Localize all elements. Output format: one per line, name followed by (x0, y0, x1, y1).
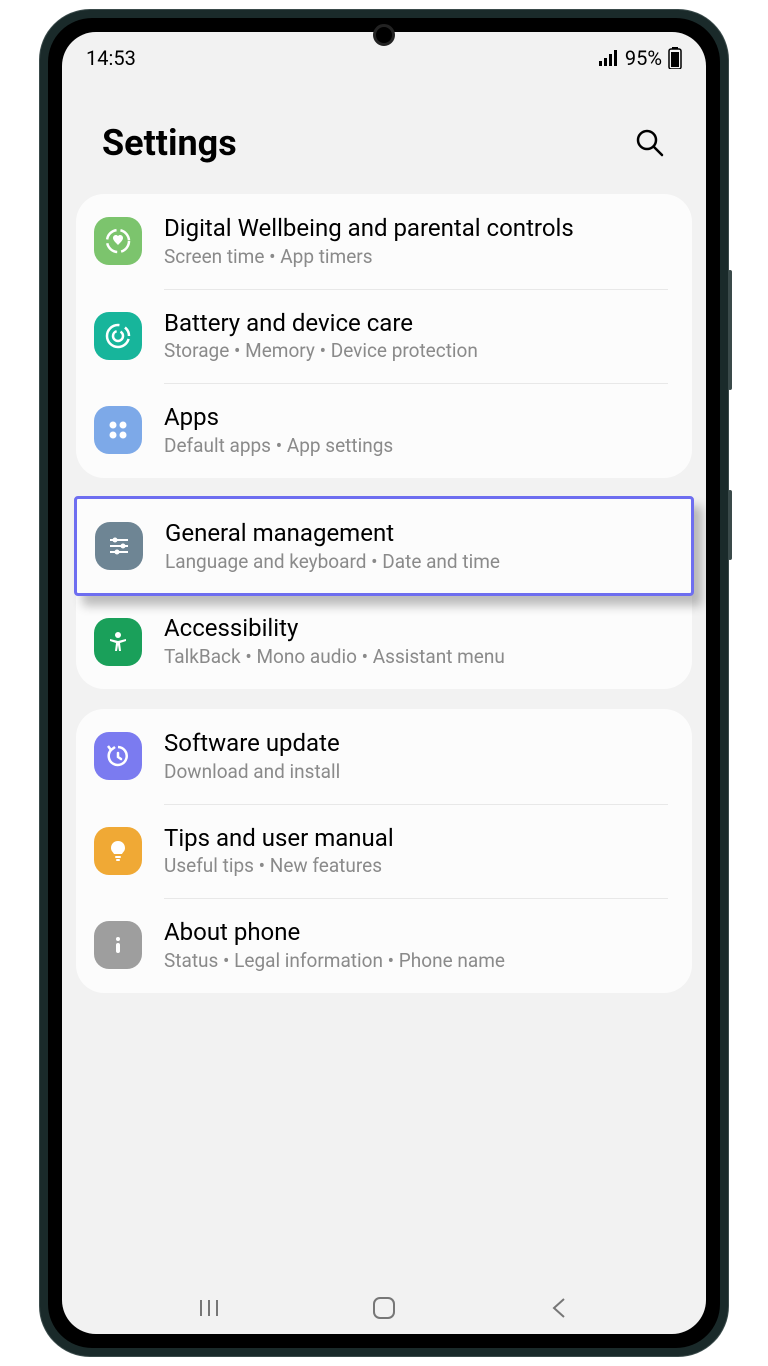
back-icon (549, 1296, 569, 1320)
settings-item-battery[interactable]: Battery and device careStorage • Memory … (76, 289, 692, 384)
row-subtitle: TalkBack • Mono audio • Assistant menu (164, 646, 668, 669)
settings-item-tips[interactable]: Tips and user manualUseful tips • New fe… (76, 804, 692, 899)
wellbeing-icon (94, 217, 142, 265)
settings-item-about[interactable]: About phone Status • Legal information • … (76, 898, 692, 993)
apps-icon (94, 406, 142, 454)
battery-percent: 95% (625, 46, 662, 70)
row-subtitle: Status • Legal information • Phone name (164, 950, 668, 973)
row-subtitle: Screen time • App timers (164, 246, 668, 269)
settings-group: General management Language and keyboard … (76, 496, 692, 689)
row-subtitle: Language and keyboard • Date and time (165, 551, 667, 574)
settings-item-wellbeing[interactable]: Digital Wellbeing and parental controls S… (76, 194, 692, 289)
row-text: Digital Wellbeing and parental controls S… (164, 214, 668, 269)
row-text: Tips and user manualUseful tips • New fe… (164, 824, 668, 879)
row-text: About phone Status • Legal information • … (164, 918, 668, 973)
row-title: Tips and user manual (164, 824, 668, 853)
settings-item-accessibility[interactable]: Accessibility TalkBack • Mono audio • Ass… (76, 594, 692, 689)
nav-bar (62, 1276, 706, 1334)
bulb-icon (94, 827, 142, 875)
row-title: About phone (164, 918, 668, 947)
row-text: Software update Download and install (164, 729, 668, 784)
care-icon (94, 312, 142, 360)
row-subtitle: Useful tips • New features (164, 855, 668, 878)
settings-list[interactable]: Digital Wellbeing and parental controls S… (62, 194, 706, 1276)
row-title: Digital Wellbeing and parental controls (164, 214, 668, 243)
signal-icon (599, 50, 619, 66)
sliders-icon (95, 522, 143, 570)
back-button[interactable] (541, 1294, 577, 1322)
row-subtitle: Storage • Memory • Device protection (164, 340, 668, 363)
accessibility-icon (94, 618, 142, 666)
battery-icon (668, 47, 682, 69)
row-subtitle: Download and install (164, 761, 668, 784)
settings-group: Software update Download and install Tips … (76, 709, 692, 993)
info-icon (94, 921, 142, 969)
row-text: Battery and device careStorage • Memory … (164, 309, 668, 364)
phone-frame: 14:53 95% Settings Digital Wellbeing (40, 10, 728, 1356)
status-time: 14:53 (86, 46, 136, 70)
row-subtitle: Default apps • App settings (164, 435, 668, 458)
update-icon (94, 732, 142, 780)
settings-group: Digital Wellbeing and parental controls S… (76, 194, 692, 478)
row-title: Accessibility (164, 614, 668, 643)
row-title: Apps (164, 403, 668, 432)
row-title: Battery and device care (164, 309, 668, 338)
settings-item-apps[interactable]: Apps Default apps • App settings (76, 383, 692, 478)
row-text: Apps Default apps • App settings (164, 403, 668, 458)
row-title: General management (165, 519, 667, 548)
recents-button[interactable] (191, 1294, 227, 1322)
row-text: General management Language and keyboard … (165, 519, 667, 574)
volume-button[interactable] (728, 270, 732, 390)
row-text: Accessibility TalkBack • Mono audio • Ass… (164, 614, 668, 669)
row-title: Software update (164, 729, 668, 758)
home-icon (371, 1295, 397, 1321)
search-button[interactable] (634, 127, 666, 159)
power-button[interactable] (728, 490, 732, 560)
page-header: Settings (62, 76, 706, 194)
recents-icon (197, 1296, 221, 1320)
camera-cutout (373, 24, 395, 46)
settings-item-general[interactable]: General management Language and keyboard … (74, 496, 694, 597)
home-button[interactable] (366, 1294, 402, 1322)
page-title: Settings (102, 122, 237, 164)
settings-item-update[interactable]: Software update Download and install (76, 709, 692, 804)
search-icon (634, 127, 666, 159)
